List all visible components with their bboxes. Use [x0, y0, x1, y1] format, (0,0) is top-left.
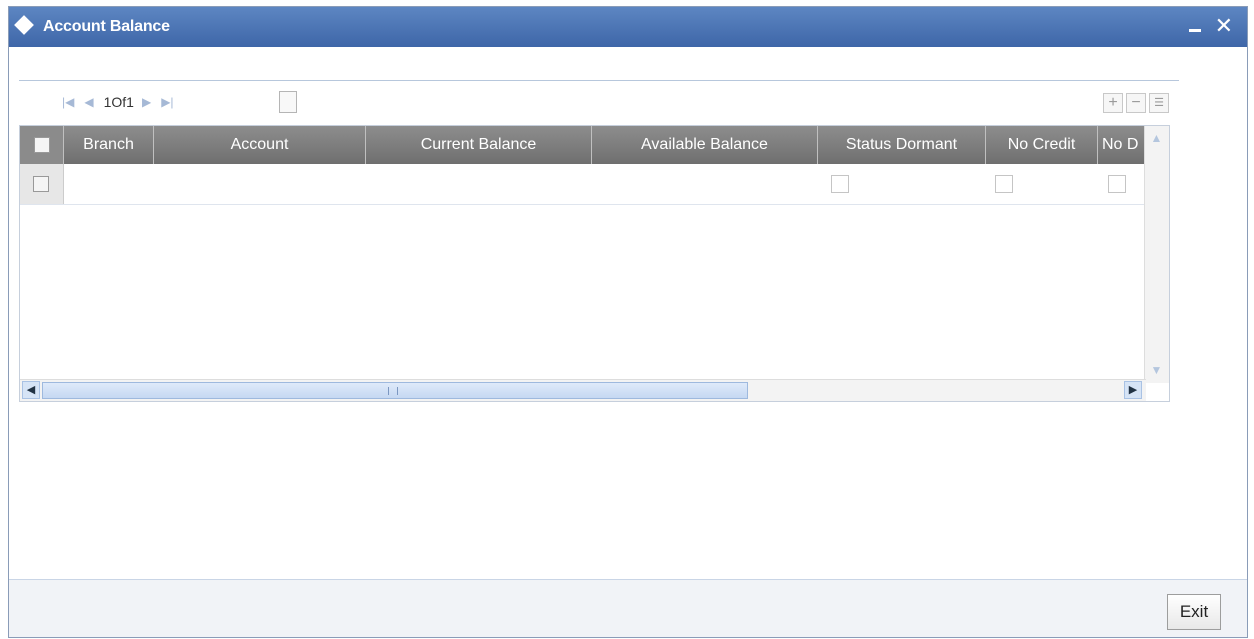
select-all-cell — [20, 126, 64, 164]
no-credit-checkbox[interactable] — [995, 175, 1013, 193]
pagination-bar: |◀ ◀ 1Of1 ▶ ▶| — [62, 91, 184, 113]
scroll-right-icon[interactable]: ▶ — [1124, 381, 1142, 399]
scroll-down-icon[interactable]: ▼ — [1148, 362, 1165, 379]
next-page-icon[interactable]: ▶ — [142, 95, 151, 109]
grid-header: Branch Account Current Balance Available… — [20, 126, 1146, 164]
column-header-available-balance[interactable]: Available Balance — [592, 126, 818, 164]
table-row — [20, 164, 1146, 205]
window-title: Account Balance — [43, 18, 170, 35]
column-header-current-balance[interactable]: Current Balance — [366, 126, 592, 164]
previous-page-icon[interactable]: ◀ — [84, 95, 93, 109]
select-all-checkbox[interactable] — [33, 136, 50, 153]
add-row-icon[interactable]: + — [1103, 93, 1123, 113]
divider — [19, 80, 1179, 81]
account-balance-grid: Branch Account Current Balance Available… — [19, 125, 1170, 402]
scroll-grip-icon — [388, 387, 398, 395]
row-select-checkbox[interactable] — [33, 176, 49, 192]
diamond-icon — [14, 15, 34, 35]
vertical-scrollbar[interactable]: ▲ ▼ — [1144, 126, 1169, 383]
last-page-icon[interactable]: ▶| — [161, 95, 173, 109]
horizontal-scrollbar[interactable]: ◀ ▶ — [20, 379, 1146, 401]
minimize-button[interactable] — [1189, 29, 1201, 32]
scroll-left-icon[interactable]: ◀ — [22, 381, 40, 399]
exit-button[interactable]: Exit — [1167, 594, 1221, 630]
column-header-account[interactable]: Account — [154, 126, 366, 164]
page-jump-input[interactable] — [279, 91, 297, 113]
column-header-status-dormant[interactable]: Status Dormant — [818, 126, 986, 164]
column-header-no-credit[interactable]: No Credit — [986, 126, 1098, 164]
account-balance-window: Account Balance ✕ |◀ ◀ 1Of1 ▶ ▶| + − ☰ B… — [8, 6, 1248, 638]
horizontal-scroll-thumb[interactable] — [42, 382, 748, 399]
first-page-icon[interactable]: |◀ — [62, 95, 74, 109]
column-header-no-debit[interactable]: No D — [1098, 126, 1146, 164]
footer-bar: Exit — [9, 580, 1247, 637]
page-indicator: 1Of1 — [103, 94, 134, 110]
row-toolbar: + − ☰ — [1100, 93, 1169, 113]
delete-row-icon[interactable]: − — [1126, 93, 1146, 113]
status-dormant-checkbox[interactable] — [831, 175, 849, 193]
column-header-branch[interactable]: Branch — [64, 126, 154, 164]
title-bar: Account Balance ✕ — [9, 7, 1247, 47]
column-list-icon[interactable]: ☰ — [1149, 93, 1169, 113]
row-select-cell — [20, 164, 64, 204]
close-button[interactable]: ✕ — [1215, 13, 1233, 39]
no-debit-checkbox[interactable] — [1108, 175, 1126, 193]
scroll-up-icon[interactable]: ▲ — [1148, 130, 1165, 147]
